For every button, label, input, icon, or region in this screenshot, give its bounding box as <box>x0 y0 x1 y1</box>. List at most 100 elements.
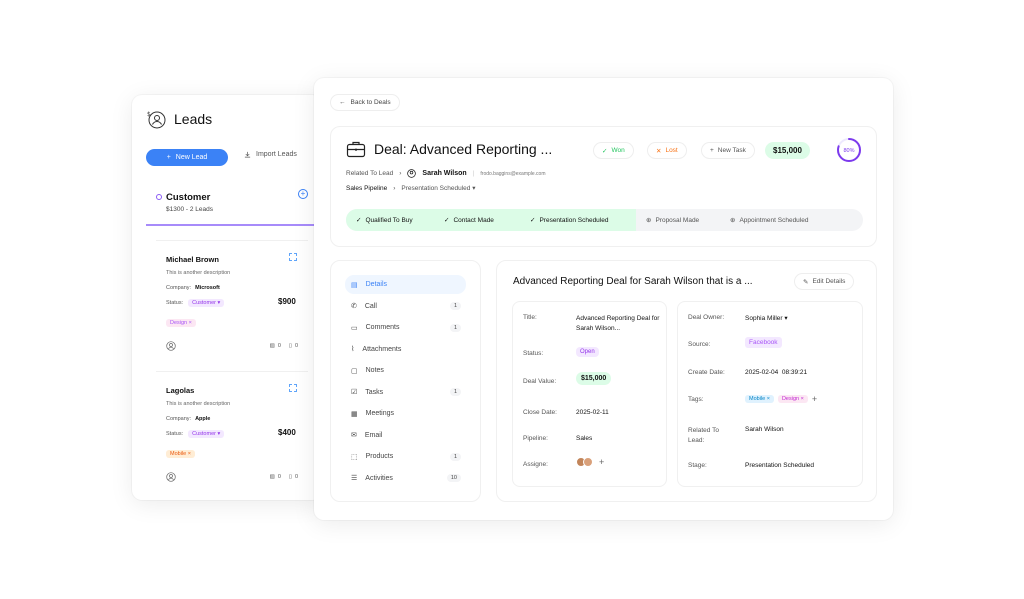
file-count: ▯ 0 <box>288 474 298 480</box>
stage-select[interactable]: Presentation Scheduled ▾ <box>401 184 475 192</box>
nav-label: Products <box>365 453 394 460</box>
back-to-deals-button[interactable]: ← Back to Deals <box>330 94 400 111</box>
pipeline-name: Sales Pipeline <box>346 184 388 192</box>
related-lead-value: Sarah Wilson <box>745 426 784 433</box>
image-count: ▨ 0 <box>269 474 281 480</box>
nav-label: Activities <box>365 474 393 482</box>
deal-nav: ▤ Details ✆ Call 1 ▭ Comments 1 ⌇ Attachments ▢ Not… <box>330 260 481 502</box>
nav-item-tasks[interactable]: ☑ Tasks 1 <box>345 383 466 402</box>
new-lead-label: New Lead <box>175 154 208 161</box>
file-icon: ▯ <box>288 474 292 480</box>
lead-description: This is another description <box>166 270 231 276</box>
lead-name: Michael Brown <box>166 255 219 264</box>
leads-icon: $ <box>146 109 166 129</box>
tag-chip: Design × <box>777 395 808 403</box>
status-chip: Open <box>576 347 599 357</box>
nav-label: Details <box>365 281 388 288</box>
phone-icon: ✆ <box>351 303 357 310</box>
plus-icon: + <box>166 154 171 161</box>
pipeline-row: Sales Pipeline › Presentation Scheduled … <box>346 184 475 193</box>
chevron-right-icon: › <box>399 170 402 177</box>
stage-value: Presentation Scheduled <box>745 462 815 469</box>
related-lead-email: frodo.baggins@example.com <box>480 170 546 177</box>
mail-icon: ✉ <box>351 432 357 439</box>
add-tag-icon[interactable]: + <box>812 394 817 404</box>
nav-item-activities[interactable]: ☰ Activities 10 <box>345 469 466 488</box>
close-icon: ✕ <box>656 147 662 155</box>
expand-icon[interactable] <box>289 253 297 261</box>
nav-item-products[interactable]: ⬚ Products 1 <box>345 447 466 466</box>
stage-2[interactable]: ✓ Presentation Scheduled <box>520 209 636 231</box>
svg-text:$: $ <box>147 111 151 118</box>
lead-card[interactable]: Michael Brown This is another descriptio… <box>156 240 308 356</box>
nav-label: Meetings <box>365 410 395 417</box>
expand-icon[interactable] <box>289 384 297 392</box>
nav-item-attachments[interactable]: ⌇ Attachments <box>345 340 466 359</box>
nav-item-email[interactable]: ✉ Email <box>345 426 466 445</box>
lead-company: Company: Microsoft <box>166 285 220 291</box>
user-icon[interactable] <box>166 341 176 351</box>
download-icon <box>244 151 251 158</box>
file-count: ▯ 0 <box>288 343 298 349</box>
new-task-button[interactable]: + New Task <box>701 142 755 159</box>
comment-icon: ▭ <box>351 324 358 332</box>
customer-group-header: Customer $1300 - 2 Leads + <box>146 182 322 226</box>
avatar[interactable] <box>583 457 593 467</box>
tag-chip: Mobile × <box>745 395 774 403</box>
nav-label: Call <box>364 302 377 310</box>
lead-price: $900 <box>278 297 296 306</box>
add-assignee-icon[interactable]: + <box>599 457 604 467</box>
nav-count: 1 <box>449 302 461 310</box>
owner-select[interactable]: Sophia Miller ▾ <box>745 314 788 322</box>
edit-details-button[interactable]: ✎ Edit Details <box>794 273 855 290</box>
task-icon: ☑ <box>351 389 358 396</box>
tags: Mobile × Design × + <box>745 394 817 404</box>
nav-label: Notes <box>365 367 384 374</box>
stage-1[interactable]: ✓ Contact Made <box>434 209 520 231</box>
nav-item-details[interactable]: ▤ Details <box>345 275 466 294</box>
image-icon: ▨ <box>269 343 275 349</box>
leads-title: Leads <box>174 111 213 127</box>
status-chip[interactable]: Customer ▾ <box>188 430 225 438</box>
paperclip-icon: ⌇ <box>351 346 355 353</box>
nav-label: Tasks <box>365 388 384 396</box>
details-panel: Advanced Reporting Deal for Sarah Wilson… <box>496 260 877 502</box>
status-chip[interactable]: Customer ▾ <box>188 299 225 307</box>
pencil-icon: ✎ <box>803 278 809 286</box>
nav-item-comments[interactable]: ▭ Comments 1 <box>345 318 466 337</box>
stage-4[interactable]: ⊕ Appointment Scheduled <box>720 209 863 231</box>
box-icon: ⬚ <box>351 453 358 461</box>
deal-value-chip: $15,000 <box>576 372 612 385</box>
calendar-icon: ▦ <box>351 410 358 418</box>
add-lead-icon[interactable]: + <box>298 189 308 199</box>
plus-icon: + <box>710 147 714 154</box>
briefcase-icon <box>346 140 366 158</box>
nav-item-call[interactable]: ✆ Call 1 <box>345 297 466 316</box>
related-lead-name[interactable]: Sarah Wilson <box>422 170 466 177</box>
nav-item-meetings[interactable]: ▦ Meetings <box>345 404 466 423</box>
lead-price: $400 <box>278 428 296 437</box>
stage-0[interactable]: ✓ Qualified To Buy <box>346 209 434 231</box>
nav-label: Attachments <box>362 345 402 353</box>
lead-status: Status: Customer ▾ <box>166 430 225 438</box>
user-icon[interactable] <box>166 472 176 482</box>
file-icon: ▯ <box>288 343 292 349</box>
lead-footer: ▨ 0 ▯ 0 <box>166 472 298 482</box>
lead-card[interactable]: Lagolas This is another description Comp… <box>156 371 308 487</box>
progress-ring: 80% <box>836 137 862 163</box>
nav-count: 1 <box>449 388 461 396</box>
nav-item-notes[interactable]: ▢ Notes <box>345 361 466 380</box>
nav-label: Comments <box>365 324 400 331</box>
image-count: ▨ 0 <box>269 343 281 349</box>
stage-3[interactable]: ⊕ Proposal Made <box>636 209 720 231</box>
import-leads-button[interactable]: Import Leads <box>244 151 297 158</box>
lead-tag: Mobile × <box>166 450 195 458</box>
leads-panel: $ Leads + New Lead Import Leads Customer… <box>132 95 322 500</box>
lost-button[interactable]: ✕ Lost <box>647 142 687 159</box>
new-lead-button[interactable]: + New Lead <box>146 149 228 166</box>
won-button[interactable]: ✓ Won <box>593 142 634 159</box>
lead-footer: ▨ 0 ▯ 0 <box>166 341 298 351</box>
image-icon: ▨ <box>269 474 275 480</box>
group-summary: $1300 - 2 Leads <box>166 206 213 213</box>
check-icon: ✓ <box>444 217 450 224</box>
